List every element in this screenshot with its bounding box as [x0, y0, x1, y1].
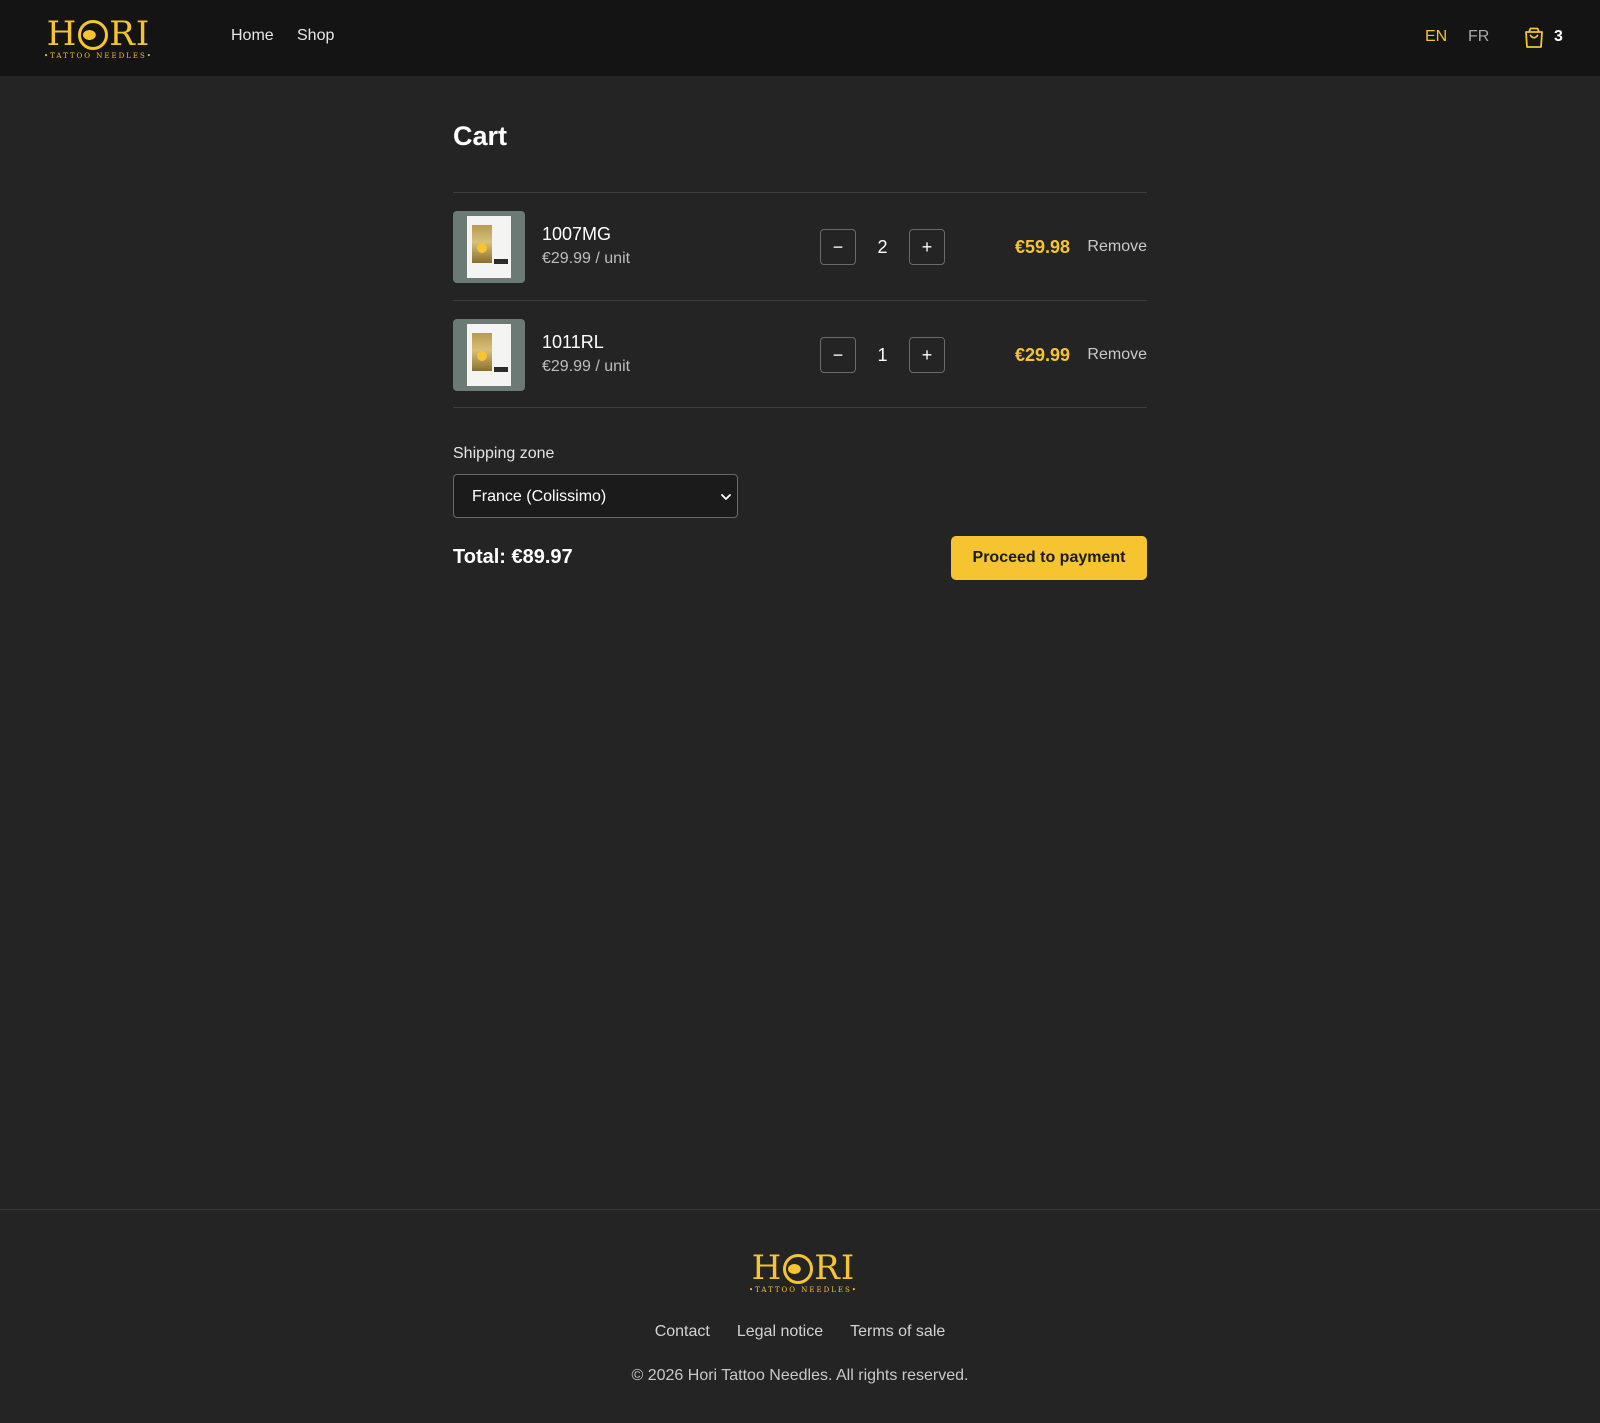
remove-item-button[interactable]: Remove [1087, 346, 1147, 364]
copyright-text: © 2026 Hori Tattoo Needles. All rights r… [631, 1367, 969, 1384]
footer-link-legal-notice[interactable]: Legal notice [737, 1323, 823, 1341]
site-footer [0, 1209, 1600, 1423]
shipping-zone-label: Shipping zone [453, 445, 555, 462]
decrease-qty-button[interactable]: − [820, 229, 856, 265]
product-thumbnail[interactable] [453, 319, 525, 391]
item-name[interactable]: 1011RL [542, 332, 604, 353]
lang-en-button[interactable]: EN [1425, 28, 1447, 46]
logo-o-mark [78, 20, 109, 50]
nav-home-link[interactable]: Home [231, 27, 274, 45]
nav-shop-link[interactable]: Shop [297, 27, 334, 45]
divider [453, 407, 1147, 408]
item-name[interactable]: 1007MG [542, 224, 611, 245]
logo-o-mark [783, 1254, 814, 1284]
chevron-down-icon [721, 494, 731, 500]
increase-qty-button[interactable]: + [909, 337, 945, 373]
page-title: Cart [453, 121, 508, 151]
footer-logo[interactable]: H RI •TATTOO NEEDLES• [749, 1251, 858, 1294]
lang-fr-button[interactable]: FR [1468, 28, 1489, 46]
shipping-zone-select[interactable]: France (Colissimo) [453, 474, 738, 518]
site-header: H RI •TATTOO NEEDLES• Home Shop EN FR 3 [0, 0, 1600, 76]
line-total: €29.99 [1014, 345, 1070, 365]
cart-total: Total: €89.97 [453, 546, 573, 568]
decrease-qty-button[interactable]: − [820, 337, 856, 373]
proceed-to-payment-button[interactable]: Proceed to payment [951, 536, 1147, 580]
footer-links: Contact Legal notice Terms of sale [0, 1323, 1600, 1341]
product-thumbnail[interactable] [453, 211, 525, 283]
logo-tagline: •TATTOO NEEDLES• [44, 52, 153, 60]
shipping-zone-value: France (Colissimo) [472, 488, 607, 505]
cart-item-row: 1007MG €29.99 / unit − 2 + €59.98 Remove [453, 193, 1147, 301]
shopping-bag-icon[interactable] [1524, 27, 1544, 49]
cart-count-badge[interactable]: 3 [1554, 28, 1563, 46]
footer-link-terms-of-sale[interactable]: Terms of sale [850, 1323, 945, 1341]
increase-qty-button[interactable]: + [909, 229, 945, 265]
cart-item-row: 1011RL €29.99 / unit − 1 + €29.99 Remove [453, 301, 1147, 409]
remove-item-button[interactable]: Remove [1087, 238, 1147, 256]
qty-value: 2 [877, 237, 888, 257]
item-unit-price: €29.99 / unit [542, 250, 631, 267]
logo-tagline: •TATTOO NEEDLES• [749, 1286, 858, 1294]
qty-value: 1 [877, 345, 888, 365]
brand-logo[interactable]: H RI •TATTOO NEEDLES• [44, 17, 153, 60]
line-total: €59.98 [1014, 237, 1070, 257]
item-unit-price: €29.99 / unit [542, 358, 631, 375]
footer-link-contact[interactable]: Contact [655, 1323, 710, 1341]
